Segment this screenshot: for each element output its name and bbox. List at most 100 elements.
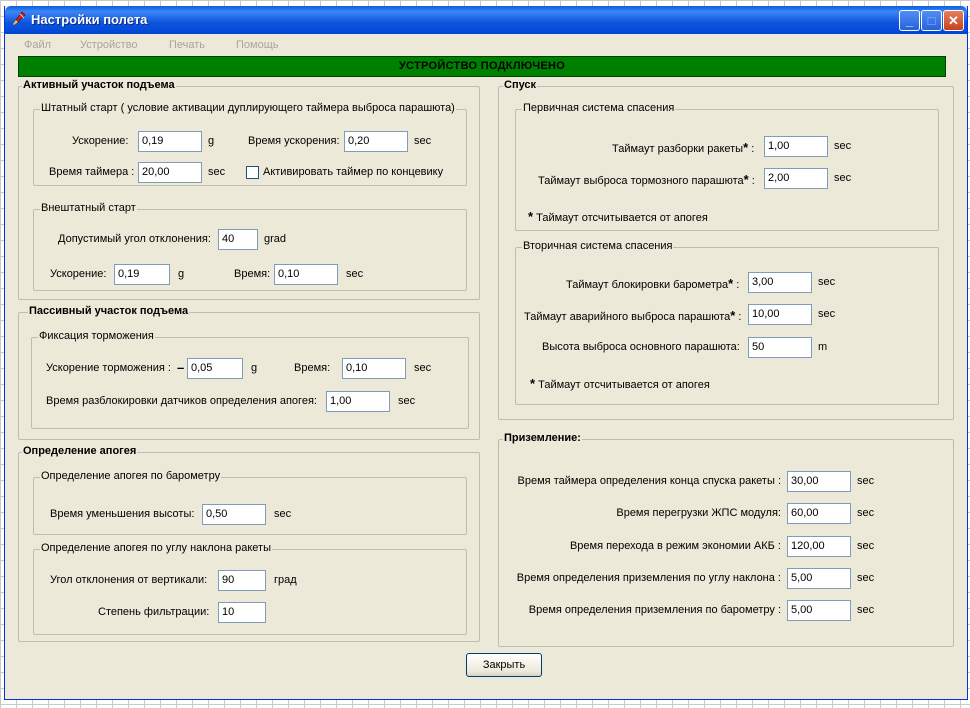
filter-input[interactable]: 10 bbox=[218, 602, 266, 623]
main-chute-height-label: Высота выброса основного парашюта: bbox=[542, 341, 740, 353]
landing-row-unit: sec bbox=[857, 507, 875, 519]
colon: : bbox=[736, 279, 740, 291]
landing-row-input[interactable]: 120,00 bbox=[787, 536, 851, 557]
separation-unit: sec bbox=[834, 140, 852, 152]
menu-help[interactable]: Помощь bbox=[236, 39, 279, 51]
timer-unit: sec bbox=[208, 166, 226, 178]
menu-bar: Файл Устройство Печать Помощь bbox=[5, 36, 967, 54]
unlock-input[interactable]: 1,00 bbox=[326, 391, 390, 412]
maximize-button[interactable]: □ bbox=[921, 10, 942, 31]
active-ascent-group: Активный участок подъема Штатный старт (… bbox=[18, 79, 480, 300]
apogee-title: Определение апогея bbox=[22, 445, 138, 457]
timer-label: Время таймера : bbox=[49, 166, 135, 178]
secondary-recovery-group: Вторичная система спасения Таймаут блоки… bbox=[515, 240, 939, 405]
active-ascent-title: Активный участок подъема bbox=[22, 79, 176, 91]
connection-status-bar: УСТРОЙСТВО ПОДКЛЮЧЕНО bbox=[18, 56, 946, 77]
landing-row-input[interactable]: 5,00 bbox=[787, 568, 851, 589]
decel-sign: – bbox=[177, 360, 185, 375]
limit-switch-label: Активировать таймер по концевику bbox=[263, 166, 444, 178]
braking-time-input[interactable]: 0,10 bbox=[342, 358, 406, 379]
accel-label: Ускорение: bbox=[72, 135, 129, 147]
drogue-unit: sec bbox=[834, 172, 852, 184]
braking-time-label: Время: bbox=[294, 362, 331, 374]
filter-label: Степень фильтрации: bbox=[98, 606, 210, 618]
braking-group: Фиксация торможения Ускорение торможения… bbox=[31, 330, 469, 429]
accel-time-unit: sec bbox=[414, 135, 432, 147]
landing-row-input[interactable]: 30,00 bbox=[787, 471, 851, 492]
colon: : bbox=[751, 175, 755, 187]
passive-ascent-title: Пассивный участок подъема bbox=[28, 305, 190, 317]
asterisk: * bbox=[530, 376, 536, 391]
main-chute-height-input[interactable]: 50 bbox=[748, 337, 812, 358]
limit-switch-checkbox[interactable] bbox=[246, 166, 259, 179]
menu-print[interactable]: Печать bbox=[169, 39, 205, 51]
minimize-button[interactable]: _ bbox=[899, 10, 920, 31]
abnormal-time-input[interactable]: 0,10 bbox=[274, 264, 338, 285]
landing-group: Приземление: Время таймера определения к… bbox=[498, 432, 954, 647]
angle-label: Допустимый угол отклонения: bbox=[58, 233, 211, 245]
unlock-label: Время разблокировки датчиков определения… bbox=[46, 395, 317, 407]
altitude-decrease-label: Время уменьшения высоты: bbox=[50, 508, 195, 520]
primary-note: * Таймаут отсчитывается от апогея bbox=[528, 209, 708, 224]
primary-recovery-group: Первичная система спасения Таймаут разбо… bbox=[515, 102, 939, 231]
title-bar[interactable]: Настройки полета _ □ ✕ bbox=[5, 6, 967, 34]
decel-input[interactable]: 0,05 bbox=[187, 358, 243, 379]
menu-file[interactable]: Файл bbox=[24, 39, 51, 51]
apogee-angle-group: Определение апогея по углу наклона ракет… bbox=[33, 542, 467, 635]
landing-row-input[interactable]: 60,00 bbox=[787, 503, 851, 524]
menu-device[interactable]: Устройство bbox=[80, 39, 138, 51]
nominal-start-group: Штатный старт ( условие активации дуплир… bbox=[33, 102, 467, 186]
apogee-baro-title: Определение апогея по барометру bbox=[40, 470, 222, 482]
primary-recovery-title: Первичная система спасения bbox=[522, 102, 676, 114]
separation-input[interactable]: 1,00 bbox=[764, 136, 828, 157]
baro-lock-unit: sec bbox=[818, 276, 836, 288]
apogee-group: Определение апогея Определение апогея по… bbox=[18, 445, 480, 642]
close-button[interactable]: Закрыть bbox=[466, 653, 542, 677]
asterisk: * bbox=[743, 172, 749, 187]
main-chute-height-unit: m bbox=[818, 341, 828, 353]
landing-row-unit: sec bbox=[857, 475, 875, 487]
descent-group: Спуск Первичная система спасения Таймаут… bbox=[498, 79, 954, 420]
landing-row-unit: sec bbox=[857, 540, 875, 552]
accel-input[interactable]: 0,19 bbox=[138, 131, 202, 152]
angle-input[interactable]: 40 bbox=[218, 229, 258, 250]
asterisk: * bbox=[728, 276, 734, 291]
emergency-input[interactable]: 10,00 bbox=[748, 304, 812, 325]
vertical-angle-input[interactable]: 90 bbox=[218, 570, 266, 591]
close-window-button[interactable]: ✕ bbox=[943, 10, 964, 31]
rocket-icon bbox=[13, 11, 26, 25]
abnormal-time-label: Время: bbox=[234, 268, 271, 280]
vertical-angle-unit: град bbox=[274, 574, 297, 586]
landing-row-label: Время перегрузки ЖПС модуля: bbox=[616, 507, 781, 519]
apogee-angle-title: Определение апогея по углу наклона ракет… bbox=[40, 542, 272, 554]
baro-lock-label: Таймаут блокировки барометра* : bbox=[566, 276, 740, 291]
abnormal-accel-input[interactable]: 0,19 bbox=[114, 264, 170, 285]
altitude-decrease-input[interactable]: 0,50 bbox=[202, 504, 266, 525]
abnormal-time-unit: sec bbox=[346, 268, 364, 280]
decel-unit: g bbox=[251, 362, 258, 374]
abnormal-start-title: Внештатный старт bbox=[40, 202, 137, 214]
drogue-label: Таймаут выброса тормозного парашюта* : bbox=[538, 172, 755, 187]
landing-row-label: Время определения приземления по баромет… bbox=[528, 604, 781, 616]
landing-title: Приземление: bbox=[503, 432, 582, 444]
landing-row-input[interactable]: 5,00 bbox=[787, 600, 851, 621]
colon: : bbox=[738, 311, 742, 323]
separation-label: Таймаут разборки ракеты* : bbox=[612, 140, 755, 155]
accel-unit: g bbox=[208, 135, 215, 147]
apogee-baro-group: Определение апогея по барометру Время ум… bbox=[33, 470, 467, 535]
unlock-unit: sec bbox=[398, 395, 416, 407]
abnormal-start-group: Внештатный старт Допустимый угол отклоне… bbox=[33, 202, 467, 291]
timer-input[interactable]: 20,00 bbox=[138, 162, 202, 183]
emergency-unit: sec bbox=[818, 308, 836, 320]
accel-time-input[interactable]: 0,20 bbox=[344, 131, 408, 152]
asterisk: * bbox=[730, 308, 736, 323]
settings-window: Настройки полета _ □ ✕ Файл Устройство П… bbox=[4, 6, 968, 700]
secondary-recovery-title: Вторичная система спасения bbox=[522, 240, 674, 252]
emergency-label: Таймаут аварийного выброса парашюта* : bbox=[524, 308, 742, 323]
vertical-angle-label: Угол отклонения от вертикали: bbox=[50, 574, 208, 586]
abnormal-accel-label: Ускорение: bbox=[50, 268, 107, 280]
accel-time-label: Время ускорения: bbox=[248, 135, 340, 147]
braking-title: Фиксация торможения bbox=[38, 330, 155, 342]
drogue-input[interactable]: 2,00 bbox=[764, 168, 828, 189]
baro-lock-input[interactable]: 3,00 bbox=[748, 272, 812, 293]
